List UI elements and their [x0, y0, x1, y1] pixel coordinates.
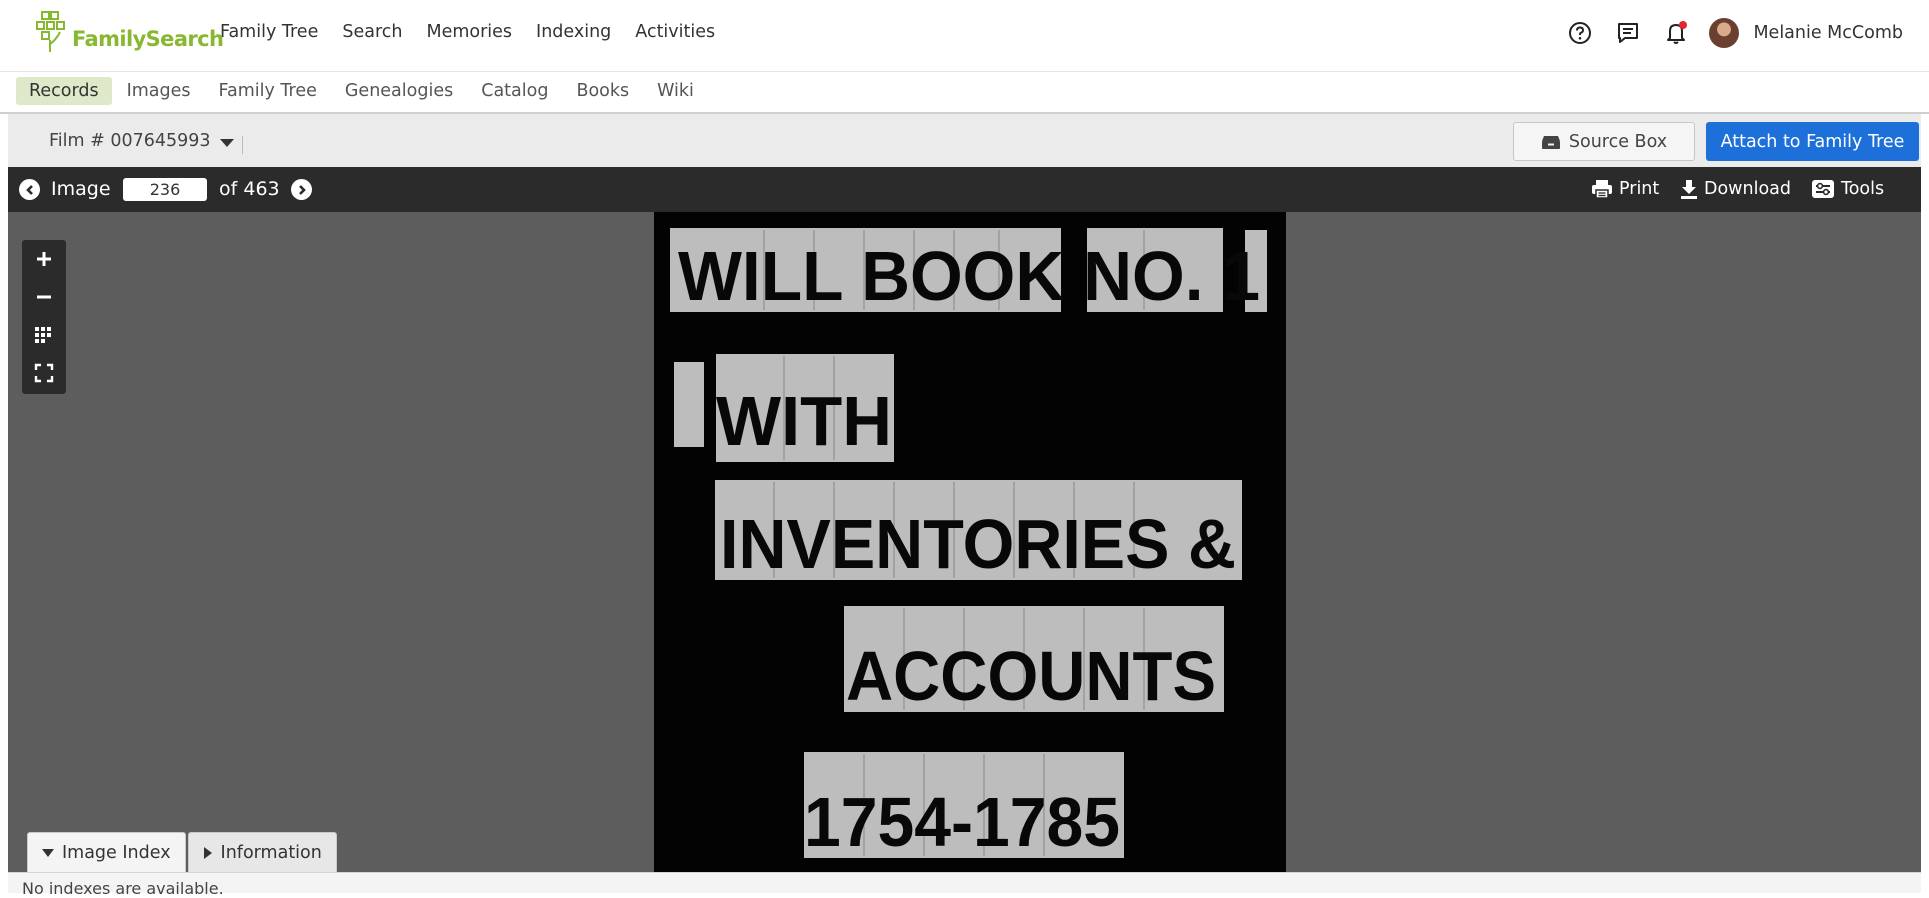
familysearch-logo[interactable]: FamilySearch — [36, 8, 224, 56]
zoom-in-icon[interactable] — [22, 240, 66, 278]
source-box-icon — [1541, 135, 1560, 149]
tab-image-index-label: Image Index — [62, 843, 171, 863]
next-image-icon[interactable] — [291, 179, 312, 200]
help-icon[interactable] — [1565, 18, 1595, 48]
tools-label: Tools — [1841, 179, 1885, 199]
document-image: WILL BOOK NO. 1 WITH INVENTORIES & ACCOU… — [654, 212, 1286, 872]
attach-to-family-tree-button[interactable]: Attach to Family Tree — [1706, 122, 1919, 161]
index-panel: No indexes are available. — [8, 872, 1921, 898]
fullscreen-icon[interactable] — [22, 354, 66, 392]
image-label: Image — [51, 178, 111, 200]
print-label: Print — [1619, 179, 1660, 199]
user-tools: Melanie McComb — [1547, 18, 1903, 48]
subnav-genealogies[interactable]: Genealogies — [332, 77, 466, 105]
caret-down-icon — [42, 849, 54, 857]
print-button[interactable]: Print — [1591, 179, 1659, 199]
bell-icon[interactable] — [1661, 18, 1691, 48]
image-toolbar: Image of 463 Print Download Tools — [8, 167, 1921, 212]
records-subnav: Records Images Family Tree Genealogies C… — [0, 72, 1929, 114]
primary-nav: Family Tree Search Memories Indexing Act… — [220, 22, 739, 42]
film-number[interactable]: Film # 007645993 — [49, 131, 211, 151]
subnav-catalog[interactable]: Catalog — [468, 77, 561, 105]
tab-information[interactable]: Information — [187, 832, 337, 873]
zoom-controls — [22, 240, 66, 394]
grid-view-icon[interactable] — [22, 316, 66, 354]
caret-right-icon — [203, 847, 212, 859]
doc-line-5: 1754-1785 — [804, 783, 1120, 861]
bottom-tabs: Image Index Information — [27, 832, 339, 873]
doc-line-2: WITH — [716, 382, 892, 460]
zoom-out-icon[interactable] — [22, 278, 66, 316]
film-bar: Film # 007645993 Source Box Attach to Fa… — [8, 114, 1921, 167]
messages-icon[interactable] — [1613, 18, 1643, 48]
nav-search[interactable]: Search — [342, 22, 402, 42]
tree-logo-icon — [36, 11, 65, 52]
doc-line-4: ACCOUNTS — [846, 637, 1216, 715]
no-index-message: No indexes are available. — [22, 879, 224, 898]
subnav-family-tree[interactable]: Family Tree — [206, 77, 330, 105]
image-total: of 463 — [219, 178, 280, 200]
tools-button[interactable]: Tools — [1811, 179, 1884, 199]
subnav-wiki[interactable]: Wiki — [644, 77, 707, 105]
subnav-books[interactable]: Books — [563, 77, 642, 105]
image-viewer[interactable]: WILL BOOK NO. 1 WITH INVENTORIES & ACCOU… — [8, 212, 1921, 872]
brand-name: FamilySearch — [72, 27, 224, 51]
image-number-input[interactable] — [123, 178, 207, 201]
previous-image-icon[interactable] — [19, 179, 40, 200]
tab-image-index[interactable]: Image Index — [27, 832, 186, 873]
film-dropdown-caret-icon[interactable] — [220, 139, 234, 147]
doc-line-3: INVENTORIES & — [720, 505, 1236, 583]
tools-icon — [1812, 180, 1834, 198]
doc-line-1: WILL BOOK NO. 1 — [678, 237, 1260, 315]
user-name[interactable]: Melanie McComb — [1753, 23, 1903, 43]
subnav-images[interactable]: Images — [114, 77, 204, 105]
attach-label: Attach to Family Tree — [1720, 131, 1905, 152]
download-icon — [1681, 180, 1697, 199]
nav-indexing[interactable]: Indexing — [536, 22, 611, 42]
nav-family-tree[interactable]: Family Tree — [220, 22, 318, 42]
nav-activities[interactable]: Activities — [635, 22, 715, 42]
download-button[interactable]: Download — [1680, 179, 1791, 199]
divider — [242, 136, 243, 154]
avatar[interactable] — [1709, 18, 1740, 48]
source-box-label: Source Box — [1568, 131, 1668, 152]
nav-memories[interactable]: Memories — [426, 22, 512, 42]
source-box-button[interactable]: Source Box — [1513, 122, 1695, 161]
tab-information-label: Information — [220, 843, 322, 863]
download-label: Download — [1704, 179, 1791, 199]
subnav-records[interactable]: Records — [16, 77, 112, 105]
top-navigation: FamilySearch Family Tree Search Memories… — [0, 0, 1929, 72]
print-icon — [1592, 180, 1612, 199]
